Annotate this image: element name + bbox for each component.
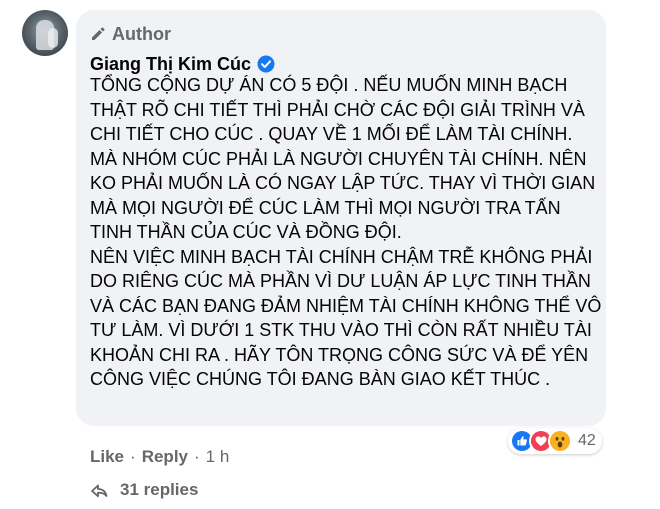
reaction-count: 42	[578, 432, 596, 449]
separator-dot: ·	[194, 447, 200, 466]
reply-arrow-icon	[91, 484, 108, 498]
avatar[interactable]	[22, 10, 68, 56]
comment-actions: Like · Reply · 1 h	[90, 444, 229, 470]
like-button[interactable]: Like	[90, 447, 124, 467]
wow-icon	[548, 429, 572, 453]
view-replies-button[interactable]: 31 replies	[90, 477, 198, 503]
reaction-summary[interactable]: 42	[508, 428, 602, 454]
pencil-icon	[92, 27, 105, 40]
replies-label: 31 replies	[120, 480, 199, 499]
verified-badge-icon	[257, 55, 275, 73]
comment-paragraph: NÊN VIỆC MINH BẠCH TÀI CHÍNH CHẬM TRỄ KH…	[90, 246, 602, 390]
comment-body: TỔNG CỘNG DỰ ÁN CÓ 5 ĐỘI . NẾU MUỐN MINH…	[90, 73, 602, 392]
comment-paragraph: TỔNG CỘNG DỰ ÁN CÓ 5 ĐỘI . NẾU MUỐN MINH…	[90, 75, 596, 242]
avatar-figure-secondary	[48, 28, 58, 48]
timestamp[interactable]: 1 h	[206, 447, 230, 467]
reply-button[interactable]: Reply	[142, 447, 188, 467]
author-badge: Author	[90, 21, 171, 47]
author-badge-label: Author	[112, 23, 171, 44]
separator-dot: ·	[130, 447, 136, 466]
author-name[interactable]: Giang Thị Kim Cúc	[90, 54, 251, 75]
